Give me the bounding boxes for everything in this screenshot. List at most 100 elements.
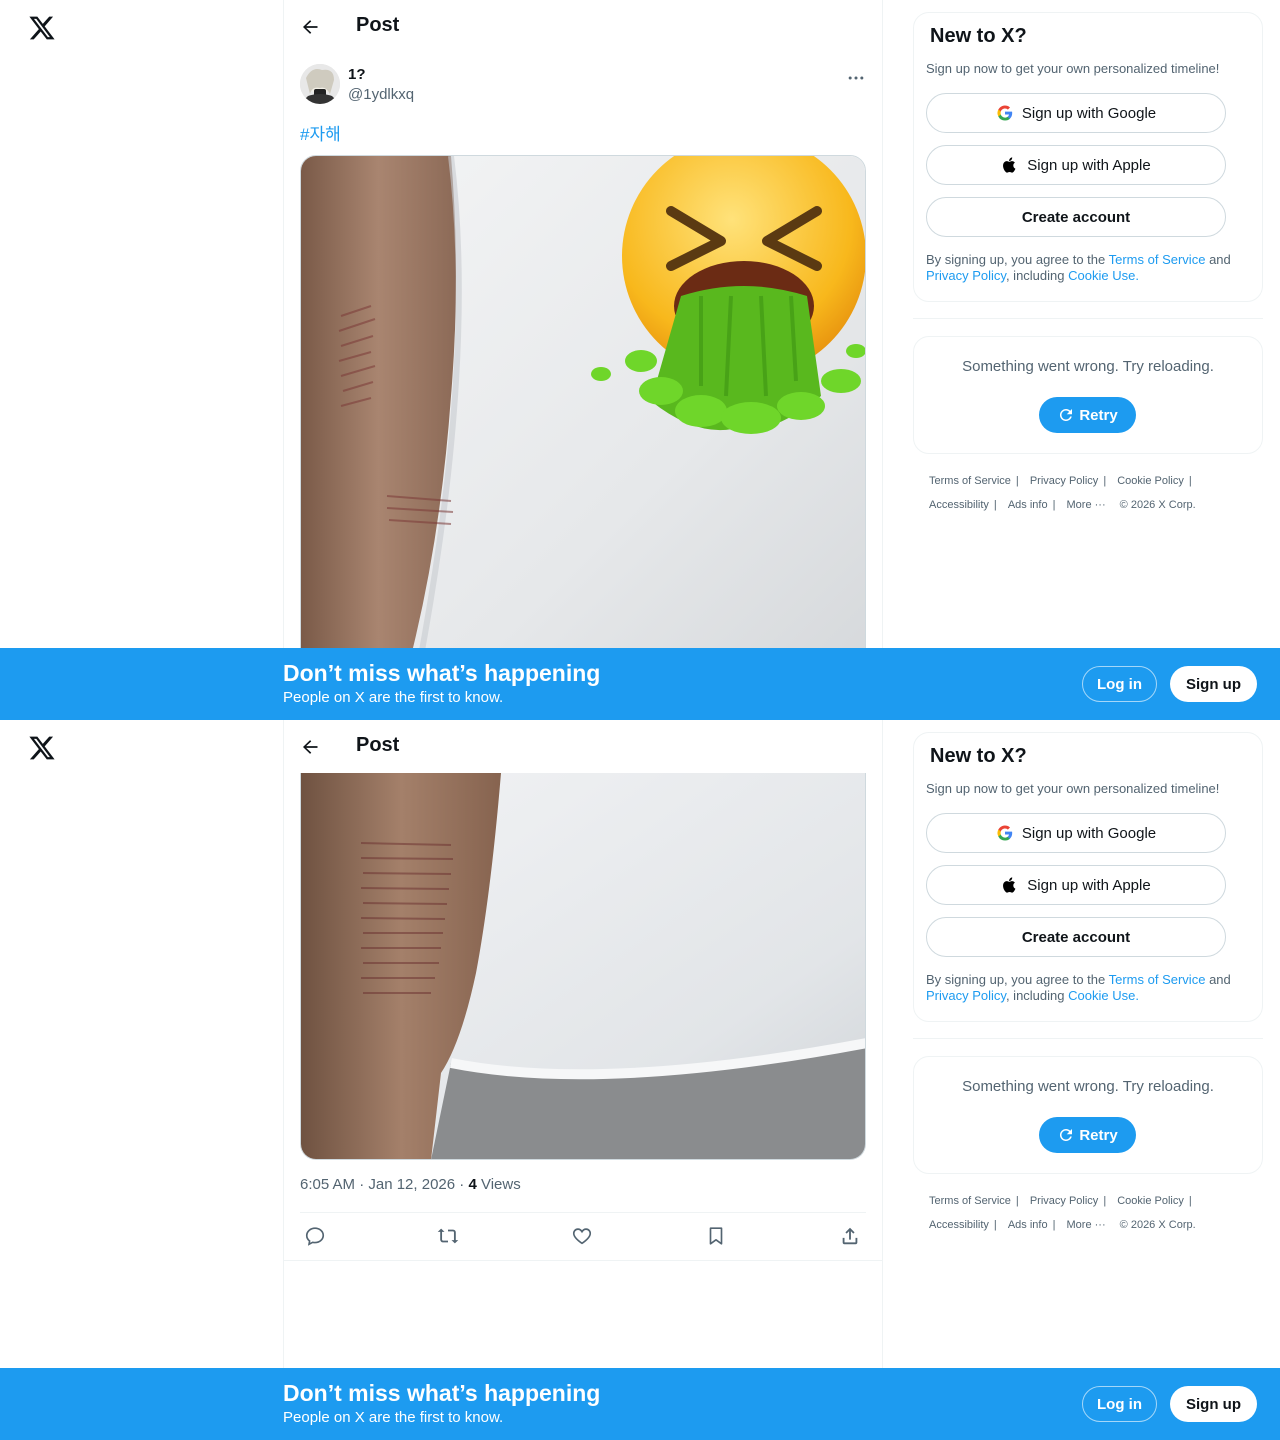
footer-ads-link[interactable]: Ads info [1008, 498, 1048, 512]
cookie-use-link[interactable]: Cookie Use. [1068, 988, 1139, 1003]
divider [284, 1260, 882, 1261]
terms-text: and [1209, 972, 1231, 987]
signup-subtitle: Sign up now to get your own personalized… [926, 781, 1220, 796]
footer-more-link[interactable]: More ··· [1067, 1218, 1106, 1232]
terms-text: , including [1005, 988, 1065, 1003]
footer-more-link[interactable]: More ··· [1067, 498, 1106, 512]
post-hashtag[interactable]: #자해 [300, 120, 341, 145]
apple-signup-button[interactable]: Sign up with Apple [926, 865, 1226, 905]
sidebar-divider [913, 1038, 1263, 1039]
column-divider [882, 720, 883, 1440]
create-account-label: Create account [1021, 208, 1131, 226]
bookmark-icon[interactable] [705, 1225, 727, 1247]
create-account-button[interactable]: Create account [926, 197, 1226, 237]
retry-label: Retry [1079, 1126, 1118, 1144]
signup-button[interactable]: Sign up [1170, 666, 1257, 702]
error-message: Something went wrong. Try reloading. [962, 1078, 1214, 1095]
footer-accessibility-link[interactable]: Accessibility [929, 498, 989, 512]
retry-label: Retry [1079, 406, 1118, 424]
terms-text: By signing up, you agree to the [926, 972, 1106, 987]
apple-signup-label: Sign up with Apple [1027, 876, 1151, 894]
terms-of-service-link[interactable]: Terms of Service [1109, 972, 1206, 987]
google-signup-button[interactable]: Sign up with Google [926, 813, 1226, 853]
create-account-button[interactable]: Create account [926, 917, 1226, 957]
post-photo [301, 773, 865, 1159]
banner-subtitle: People on X are the first to know. [283, 689, 504, 706]
x-logo-icon[interactable] [28, 734, 56, 762]
apple-icon [1003, 157, 1016, 173]
signup-card: New to X? Sign up now to get your own pe… [913, 12, 1263, 302]
banner-title: Don’t miss what’s happening [283, 660, 601, 686]
footer-terms-link[interactable]: Terms of Service [929, 1194, 1011, 1208]
login-button[interactable]: Log in [1082, 666, 1157, 702]
signup-banner: Don’t miss what’s happening People on X … [0, 648, 1280, 720]
x-logo-icon[interactable] [28, 14, 56, 42]
privacy-policy-link[interactable]: Privacy Policy [926, 268, 1006, 283]
page-title: Post [356, 14, 400, 36]
signup-terms: By signing up, you agree to the Terms of… [926, 252, 1256, 284]
retry-button[interactable]: Retry [1039, 1117, 1136, 1153]
post-photo [301, 156, 865, 714]
terms-of-service-link[interactable]: Terms of Service [1109, 252, 1206, 267]
google-icon [997, 105, 1013, 121]
avatar[interactable] [300, 64, 340, 104]
google-signup-label: Sign up with Google [1021, 104, 1157, 122]
terms-text: By signing up, you agree to the [926, 252, 1106, 267]
post-media[interactable] [300, 773, 866, 1160]
author-handle[interactable]: @1ydlkxq [348, 86, 414, 103]
author-name[interactable]: 1? [348, 66, 366, 83]
error-card: Something went wrong. Try reloading. Ret… [913, 1056, 1263, 1174]
footer-ads-link[interactable]: Ads info [1008, 1218, 1048, 1232]
google-signup-button[interactable]: Sign up with Google [926, 93, 1226, 133]
sidebar-footer: Terms of Service | Privacy Policy | Cookie… [929, 474, 1196, 512]
like-icon[interactable] [571, 1225, 593, 1247]
post-timestamp: 6:05 AM · Jan 12, 2026 · 4 Views [300, 1176, 521, 1193]
screen-top: Post 1? @1ydlkxq #자해 New to X? Sign up n… [0, 0, 1280, 720]
signup-title: New to X? [930, 745, 1027, 767]
reply-icon[interactable] [304, 1225, 326, 1247]
refresh-icon [1060, 408, 1073, 421]
terms-text: and [1209, 252, 1231, 267]
footer-privacy-link[interactable]: Privacy Policy [1030, 1194, 1098, 1208]
signup-banner: Don’t miss what’s happening People on X … [0, 1368, 1280, 1440]
screen-bottom: Post 6:05 AM · Jan 12, 2026 · 4 Views Ne… [0, 720, 1280, 1440]
back-arrow-icon[interactable] [300, 737, 320, 757]
retry-button[interactable]: Retry [1039, 397, 1136, 433]
footer-terms-link[interactable]: Terms of Service [929, 474, 1011, 488]
post-header: Post [284, 0, 882, 53]
post-actions [300, 1225, 866, 1247]
signup-button[interactable]: Sign up [1170, 1386, 1257, 1422]
repost-icon[interactable] [437, 1225, 459, 1247]
sidebar-divider [913, 318, 1263, 319]
page-title: Post [356, 734, 400, 756]
footer-accessibility-link[interactable]: Accessibility [929, 1218, 989, 1232]
footer-cookie-link[interactable]: Cookie Policy [1117, 474, 1184, 488]
footer-copyright: © 2026 X Corp. [1119, 499, 1196, 511]
post-media[interactable] [300, 155, 866, 715]
signup-subtitle: Sign up now to get your own personalized… [926, 61, 1220, 76]
more-options-icon[interactable] [846, 68, 866, 88]
apple-signup-label: Sign up with Apple [1027, 156, 1151, 174]
apple-icon [1003, 877, 1016, 893]
signup-card: New to X? Sign up now to get your own pe… [913, 732, 1263, 1022]
share-icon[interactable] [839, 1225, 861, 1247]
post-time[interactable]: 6:05 AM · Jan 12, 2026 [300, 1176, 455, 1193]
google-icon [997, 825, 1013, 841]
login-button[interactable]: Log in [1082, 1386, 1157, 1422]
terms-text: , including [1005, 268, 1065, 283]
refresh-icon [1060, 1128, 1073, 1141]
signup-title: New to X? [930, 25, 1027, 47]
banner-subtitle: People on X are the first to know. [283, 1409, 504, 1426]
privacy-policy-link[interactable]: Privacy Policy [926, 988, 1006, 1003]
footer-privacy-link[interactable]: Privacy Policy [1030, 474, 1098, 488]
divider [300, 1212, 866, 1213]
google-signup-label: Sign up with Google [1021, 824, 1157, 842]
create-account-label: Create account [1021, 928, 1131, 946]
footer-cookie-link[interactable]: Cookie Policy [1117, 1194, 1184, 1208]
back-arrow-icon[interactable] [300, 17, 320, 37]
sidebar-footer: Terms of Service | Privacy Policy | Cookie… [929, 1194, 1196, 1232]
apple-signup-button[interactable]: Sign up with Apple [926, 145, 1226, 185]
banner-title: Don’t miss what’s happening [283, 1380, 601, 1406]
cookie-use-link[interactable]: Cookie Use. [1068, 268, 1139, 283]
post-author: 1? @1ydlkxq [300, 64, 866, 108]
